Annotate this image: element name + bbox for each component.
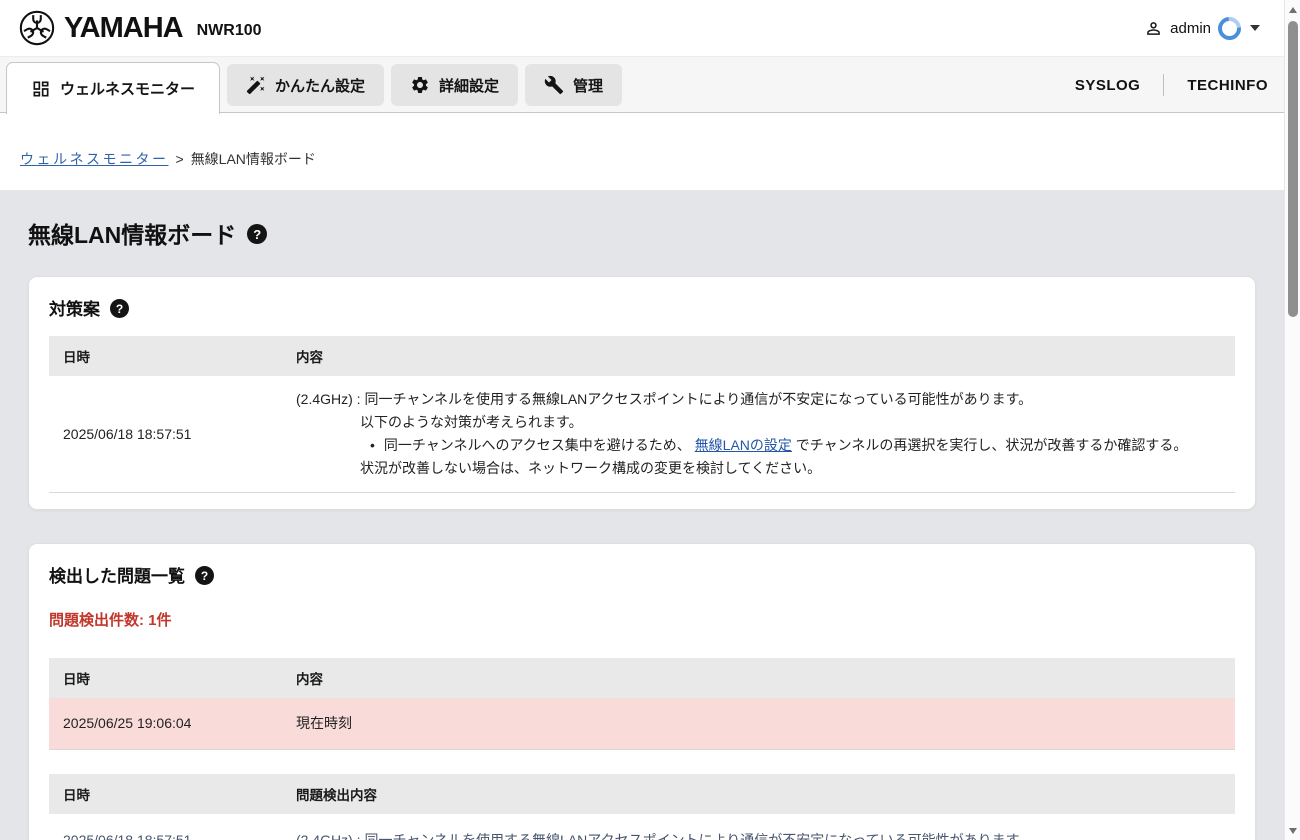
person-icon bbox=[1144, 19, 1163, 38]
column-header-content: 内容 bbox=[282, 336, 1235, 376]
tab-easy-setup[interactable]: かんたん設定 bbox=[227, 64, 384, 106]
detected-issues-title: 検出した問題一覧 bbox=[49, 562, 185, 587]
countermeasures-table: 日時 内容 2025/06/18 18:57:51 (2.4GHz) : 同一チ… bbox=[49, 336, 1235, 493]
scrollbar[interactable] bbox=[1284, 0, 1300, 840]
content-line-4: 状況が改善しない場合は、ネットワーク構成の変更を検討してください。 bbox=[296, 457, 1221, 480]
issue-datetime-link[interactable]: 2025/06/18 18:57:51 bbox=[63, 832, 191, 840]
tab-wellness-monitor[interactable]: ウェルネスモニター bbox=[6, 62, 220, 114]
device-model: NWR100 bbox=[197, 22, 262, 40]
account-menu[interactable]: admin bbox=[1144, 17, 1260, 40]
main-tab-bar: ウェルネスモニター かんたん設定 詳細設定 管理 SYSLOG TECHINFO bbox=[0, 57, 1300, 113]
main-content: 無線LAN情報ボード ? 対策案 ? 日時 内容 2025/06/18 18:5… bbox=[0, 190, 1284, 840]
page-title: 無線LAN情報ボード bbox=[28, 216, 236, 250]
current-time-content: 現在時刻 bbox=[282, 698, 1235, 750]
wireless-lan-settings-link[interactable]: 無線LANの設定 bbox=[695, 437, 792, 453]
chevron-down-icon bbox=[1250, 25, 1260, 31]
brand-logo: YAMAHA bbox=[18, 9, 183, 47]
tab-label: 管理 bbox=[573, 75, 603, 96]
countermeasures-card: 対策案 ? 日時 内容 2025/06/18 18:57:51 (2.4GHz)… bbox=[28, 276, 1256, 510]
table-row: 2025/06/25 19:06:04 現在時刻 bbox=[49, 698, 1235, 750]
page-help-icon[interactable]: ? bbox=[247, 224, 267, 244]
username-label: admin bbox=[1170, 20, 1211, 37]
gear-icon bbox=[410, 75, 430, 95]
bullet-text-pre: 同一チャンネルへのアクセス集中を避けるため、 bbox=[384, 437, 695, 453]
countermeasure-datetime: 2025/06/18 18:57:51 bbox=[49, 376, 282, 493]
issue-detail-link[interactable]: (2.4GHz) : 同一チャンネルを使用する無線LANアクセスポイントにより通… bbox=[296, 832, 1032, 840]
issue-count-label: 問題検出件数: 1件 bbox=[49, 609, 1235, 630]
column-header-datetime: 日時 bbox=[49, 336, 282, 376]
column-header-datetime: 日時 bbox=[49, 774, 282, 814]
table-row: 2025/06/18 18:57:51 (2.4GHz) : 同一チャンネルを使… bbox=[49, 376, 1235, 493]
scrollbar-thumb[interactable] bbox=[1288, 21, 1298, 317]
countermeasures-title: 対策案 bbox=[49, 295, 100, 320]
tab-management[interactable]: 管理 bbox=[525, 64, 622, 106]
breadcrumb: ウェルネスモニター > 無線LAN情報ボード bbox=[20, 149, 1300, 169]
content-bullet-line: • 同一チャンネルへのアクセス集中を避けるため、 無線LANの設定 でチャンネルの… bbox=[296, 434, 1221, 457]
content-line-2: 以下のような対策が考えられます。 bbox=[296, 411, 1221, 434]
magic-wand-icon bbox=[246, 75, 266, 95]
scroll-up-icon[interactable] bbox=[1289, 7, 1297, 13]
bullet-text-post: でチャンネルの再選択を実行し、状況が改善するか確認する。 bbox=[792, 437, 1187, 453]
countermeasures-help-icon[interactable]: ? bbox=[110, 299, 129, 318]
column-header-content: 内容 bbox=[282, 658, 1235, 698]
column-header-issue-content: 問題検出内容 bbox=[282, 774, 1235, 814]
wrench-icon bbox=[544, 75, 564, 95]
current-time-table: 日時 内容 2025/06/25 19:06:04 現在時刻 bbox=[49, 658, 1235, 750]
detected-issues-help-icon[interactable]: ? bbox=[195, 566, 214, 585]
breadcrumb-section: ウェルネスモニター > 無線LAN情報ボード bbox=[0, 113, 1300, 190]
utility-links: SYSLOG TECHINFO bbox=[1075, 57, 1268, 113]
tab-label: ウェルネスモニター bbox=[60, 78, 195, 99]
tab-label: かんたん設定 bbox=[275, 75, 365, 96]
page-title-row: 無線LAN情報ボード ? bbox=[0, 190, 1284, 250]
column-header-datetime: 日時 bbox=[49, 658, 282, 698]
breadcrumb-parent-link[interactable]: ウェルネスモニター bbox=[20, 149, 169, 169]
dashboard-icon bbox=[31, 79, 51, 99]
current-time-datetime: 2025/06/25 19:06:04 bbox=[49, 698, 282, 750]
bullet-icon: • bbox=[370, 437, 375, 453]
detected-issues-table: 日時 問題検出内容 2025/06/18 18:57:51 (2.4GHz) :… bbox=[49, 774, 1235, 840]
tab-advanced-settings[interactable]: 詳細設定 bbox=[391, 64, 518, 106]
brand-name: YAMAHA bbox=[64, 12, 183, 45]
divider bbox=[1163, 74, 1164, 96]
content-line-1: (2.4GHz) : 同一チャンネルを使用する無線LANアクセスポイントにより通… bbox=[296, 388, 1221, 411]
techinfo-link[interactable]: TECHINFO bbox=[1187, 77, 1268, 94]
yamaha-tuning-fork-icon bbox=[18, 9, 56, 47]
loading-spinner-icon bbox=[1213, 12, 1245, 44]
tab-label: 詳細設定 bbox=[439, 75, 499, 96]
syslog-link[interactable]: SYSLOG bbox=[1075, 77, 1141, 94]
breadcrumb-current: 無線LAN情報ボード bbox=[191, 149, 316, 169]
countermeasure-content: (2.4GHz) : 同一チャンネルを使用する無線LANアクセスポイントにより通… bbox=[282, 376, 1235, 493]
table-row: 2025/06/18 18:57:51 (2.4GHz) : 同一チャンネルを使… bbox=[49, 814, 1235, 840]
top-header: YAMAHA NWR100 admin bbox=[0, 0, 1300, 57]
breadcrumb-separator: > bbox=[176, 151, 184, 167]
scroll-down-icon[interactable] bbox=[1289, 828, 1297, 834]
detected-issues-card: 検出した問題一覧 ? 問題検出件数: 1件 日時 内容 2025/06/25 1… bbox=[28, 543, 1256, 840]
